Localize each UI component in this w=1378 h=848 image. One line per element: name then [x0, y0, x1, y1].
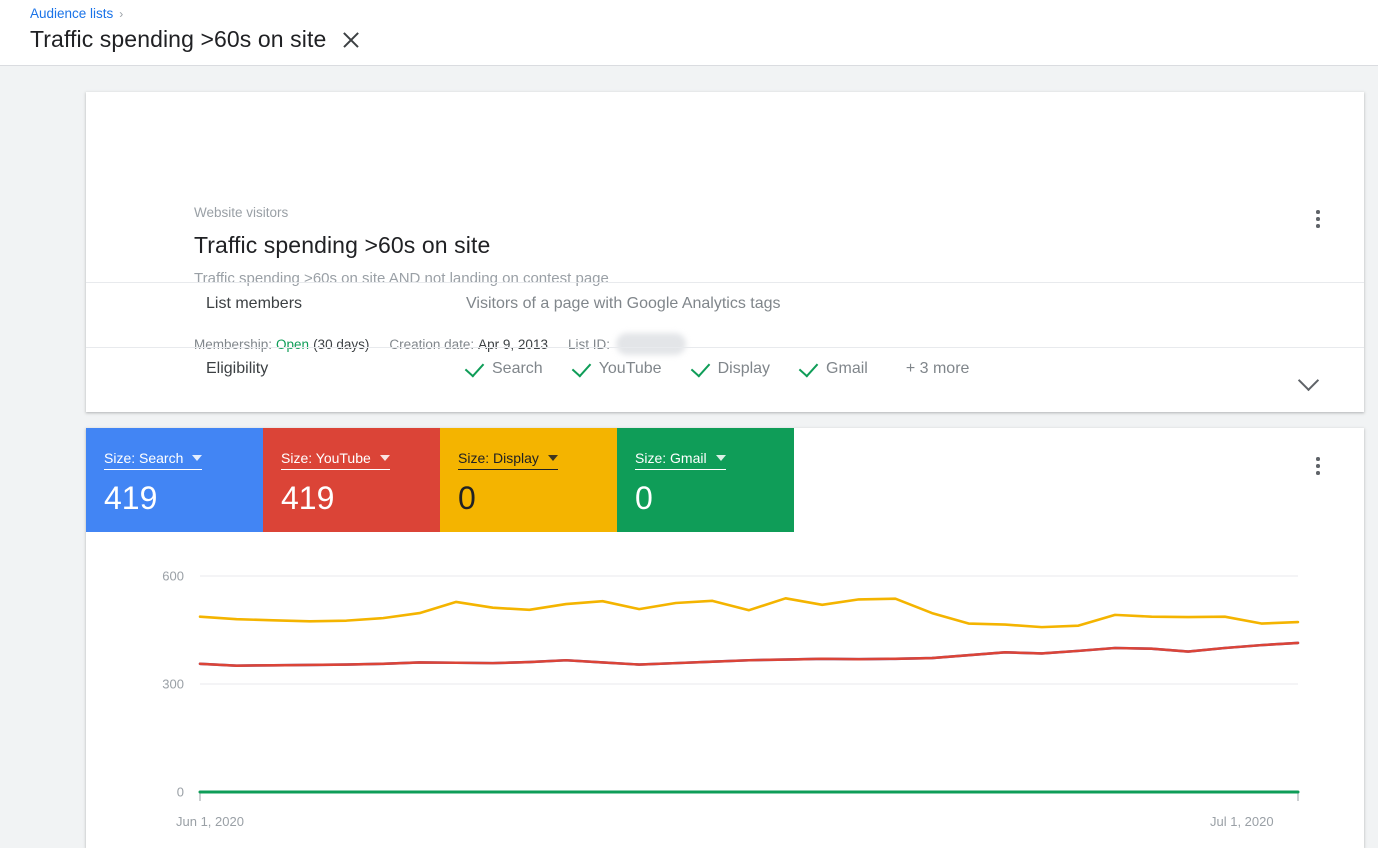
top-bar: Audience lists › Traffic spending >60s o… — [0, 0, 1378, 66]
y-axis-tick-label: 600 — [162, 569, 184, 584]
chevron-down-icon-eligibility[interactable] — [1297, 369, 1320, 392]
membership-duration: (30 days) — [313, 336, 370, 352]
audience-size-chart-card: Size: Search 419 Size: YouTube 419 Size:… — [86, 428, 1364, 848]
audience-metadata: Membership: Open (30 days) Creation date… — [194, 333, 706, 355]
metric-tiles: Size: Search 419 Size: YouTube 419 Size:… — [86, 428, 794, 532]
divider — [86, 347, 1364, 348]
creation-date-value: Apr 9, 2013 — [478, 336, 548, 352]
metric-tile-dropdown-youtube[interactable]: Size: YouTube — [281, 450, 390, 470]
chart-line-search — [198, 641, 1300, 667]
metric-tile-dropdown-search[interactable]: Size: Search — [104, 450, 203, 470]
eligibility-item-label: YouTube — [598, 360, 662, 377]
metric-tile-value: 0 — [458, 480, 476, 516]
list-members-value: Visitors of a page with Google Analytics… — [466, 295, 781, 312]
chevron-down-icon — [715, 455, 726, 461]
metric-tile-gmail[interactable]: Size: Gmail 0 — [617, 428, 794, 532]
close-icon[interactable] — [340, 29, 362, 51]
eligibility-item-search: Search — [464, 357, 543, 378]
chevron-down-icon — [192, 455, 203, 461]
metric-tile-dropdown-gmail[interactable]: Size: Gmail — [635, 450, 726, 470]
membership-value: Open — [276, 336, 310, 352]
x-axis-tick-label-end: Jul 1, 2020 — [1210, 814, 1274, 829]
creation-date-meta: Creation date: Apr 9, 2013 — [389, 337, 548, 352]
check-icon — [690, 357, 710, 377]
list-members-label: List members — [206, 295, 303, 312]
y-axis-tick-label: 0 — [177, 785, 184, 800]
creation-date-label: Creation date: — [389, 336, 475, 352]
page-title: Traffic spending >60s on site — [30, 26, 327, 52]
breadcrumb: Audience lists › — [30, 6, 123, 21]
metric-tile-search[interactable]: Size: Search 419 — [86, 428, 263, 532]
breadcrumb-separator-icon: › — [119, 6, 124, 21]
list-id-redacted-value — [615, 333, 686, 355]
chart-line-youtube — [198, 641, 1300, 667]
metric-tile-label: Size: YouTube — [281, 450, 371, 466]
eligibility-item-label: Search — [492, 360, 543, 377]
eligibility-item-youtube: YouTube — [571, 357, 662, 378]
metric-tile-youtube[interactable]: Size: YouTube 419 — [263, 428, 440, 532]
y-axis-tick-label: 300 — [162, 677, 184, 692]
check-icon — [571, 357, 591, 377]
eligibility-item-label: Display — [717, 360, 771, 377]
eligibility-more-link[interactable]: + 3 more — [906, 360, 970, 378]
x-axis-tick-label-start: Jun 1, 2020 — [176, 814, 244, 829]
membership-meta: Membership: Open (30 days) — [194, 337, 369, 352]
list-id-label: List ID: — [567, 336, 610, 352]
membership-label: Membership: — [194, 336, 273, 352]
audience-description: Traffic spending >60s on site AND not la… — [194, 270, 609, 287]
audience-name: Traffic spending >60s on site — [194, 232, 491, 258]
eligibility-list: Search YouTube Display Gmail + 3 more — [464, 357, 970, 378]
check-icon — [464, 357, 485, 377]
breadcrumb-link-audience-lists[interactable]: Audience lists — [30, 6, 113, 21]
eligibility-item-label: Gmail — [826, 360, 868, 377]
more-vert-icon-chart-card[interactable] — [1308, 457, 1328, 475]
eligibility-label: Eligibility — [206, 360, 269, 377]
metric-tile-display[interactable]: Size: Display 0 — [440, 428, 617, 532]
metric-tile-value: 419 — [281, 480, 335, 516]
audience-size-line-chart: 0 300 600 Jun 1, 2020 Jul 1, 2020 — [86, 532, 1364, 848]
metric-tile-dropdown-display[interactable]: Size: Display — [458, 450, 558, 470]
list-id-meta: List ID: — [568, 333, 686, 355]
metric-tile-label: Size: Display — [458, 450, 539, 466]
chart-line-display — [198, 597, 1300, 629]
chart-svg: 0 300 600 Jun 1, 2020 Jul 1, 2020 — [162, 569, 1300, 829]
audience-type-eyebrow: Website visitors — [194, 205, 289, 220]
metric-tile-value: 419 — [104, 480, 158, 516]
check-icon — [798, 357, 819, 377]
chevron-down-icon — [547, 455, 558, 461]
eligibility-item-display: Display — [690, 357, 771, 378]
more-vert-icon-info-card[interactable] — [1308, 210, 1328, 228]
chevron-down-icon — [379, 455, 390, 461]
metric-tile-label: Size: Search — [104, 450, 184, 466]
title-row: Traffic spending >60s on site — [30, 26, 362, 53]
audience-info-card: Website visitors Traffic spending >60s o… — [86, 92, 1364, 412]
divider — [86, 282, 1364, 283]
metric-tile-value: 0 — [635, 480, 653, 516]
eligibility-item-gmail: Gmail — [798, 357, 868, 378]
metric-tile-label: Size: Gmail — [635, 450, 707, 466]
